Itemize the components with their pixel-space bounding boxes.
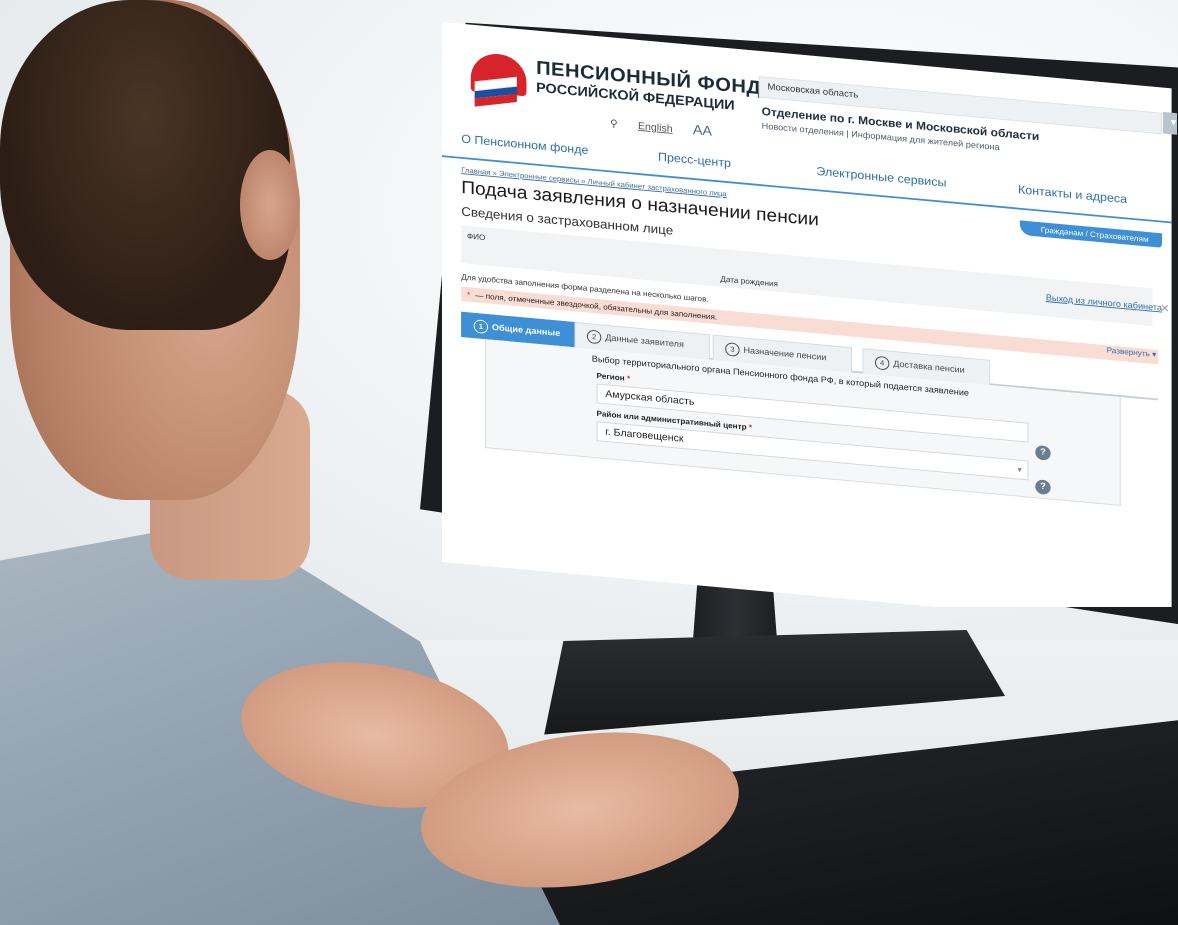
district-field-value: г. Благовещенск — [605, 426, 684, 445]
chevron-down-icon[interactable]: ▼ — [1162, 111, 1177, 136]
monitor-screen: ПЕНСИОННЫЙ ФОНД РОССИЙСКОЙ ФЕДЕРАЦИИ ⚲ E… — [442, 22, 1177, 607]
site-brand[interactable]: ПЕНСИОННЫЙ ФОНД РОССИЙСКОЙ ФЕДЕРАЦИИ — [536, 58, 761, 116]
region-field-label: Регион * — [597, 371, 631, 383]
required-star-icon: * — [626, 373, 631, 383]
help-icon[interactable]: ? — [1035, 479, 1051, 495]
help-icon[interactable]: ? — [1035, 444, 1051, 461]
pension-fund-website: ПЕНСИОННЫЙ ФОНД РОССИЙСКОЙ ФЕДЕРАЦИИ ⚲ E… — [442, 22, 1177, 607]
nav-press[interactable]: Пресс-центр — [658, 150, 731, 170]
tab-number: 4 — [874, 355, 890, 371]
search-icon[interactable]: ⚲ — [610, 118, 618, 130]
dob-label: Дата рождения — [720, 274, 778, 289]
english-link[interactable]: English — [638, 121, 673, 135]
person-hair — [0, 0, 290, 330]
nav-services[interactable]: Электронные сервисы — [816, 164, 946, 189]
tab-number: 3 — [725, 342, 740, 357]
font-size-toggle[interactable]: AA — [693, 122, 712, 139]
tab-label: Доставка пенсии — [893, 359, 965, 376]
russian-flag-icon — [474, 76, 517, 107]
close-icon[interactable]: ✕ — [1160, 302, 1170, 315]
tab-number: 2 — [586, 329, 602, 345]
region-label-text: Регион — [596, 370, 625, 383]
nav-about[interactable]: О Пенсионном фонде — [461, 132, 588, 157]
tab-label: Назначение пенсии — [743, 345, 827, 363]
region-select-value: Московская область — [767, 82, 859, 101]
tab-label: Данные заявителя — [605, 332, 684, 351]
required-star-icon: * — [748, 422, 753, 432]
chevron-down-icon[interactable]: ▾ — [1017, 460, 1021, 478]
tab-label: Общие данные — [491, 322, 561, 339]
pfr-logo[interactable] — [470, 51, 527, 107]
person-ear — [240, 150, 300, 260]
nav-contacts[interactable]: Контакты и адреса — [1018, 182, 1127, 205]
fio-label: ФИО — [466, 231, 486, 242]
tab-number: 1 — [473, 319, 489, 334]
required-star-icon: * — [466, 289, 471, 300]
region-field-value: Амурская область — [605, 388, 695, 408]
chevron-down-icon: ▾ — [1152, 349, 1157, 359]
